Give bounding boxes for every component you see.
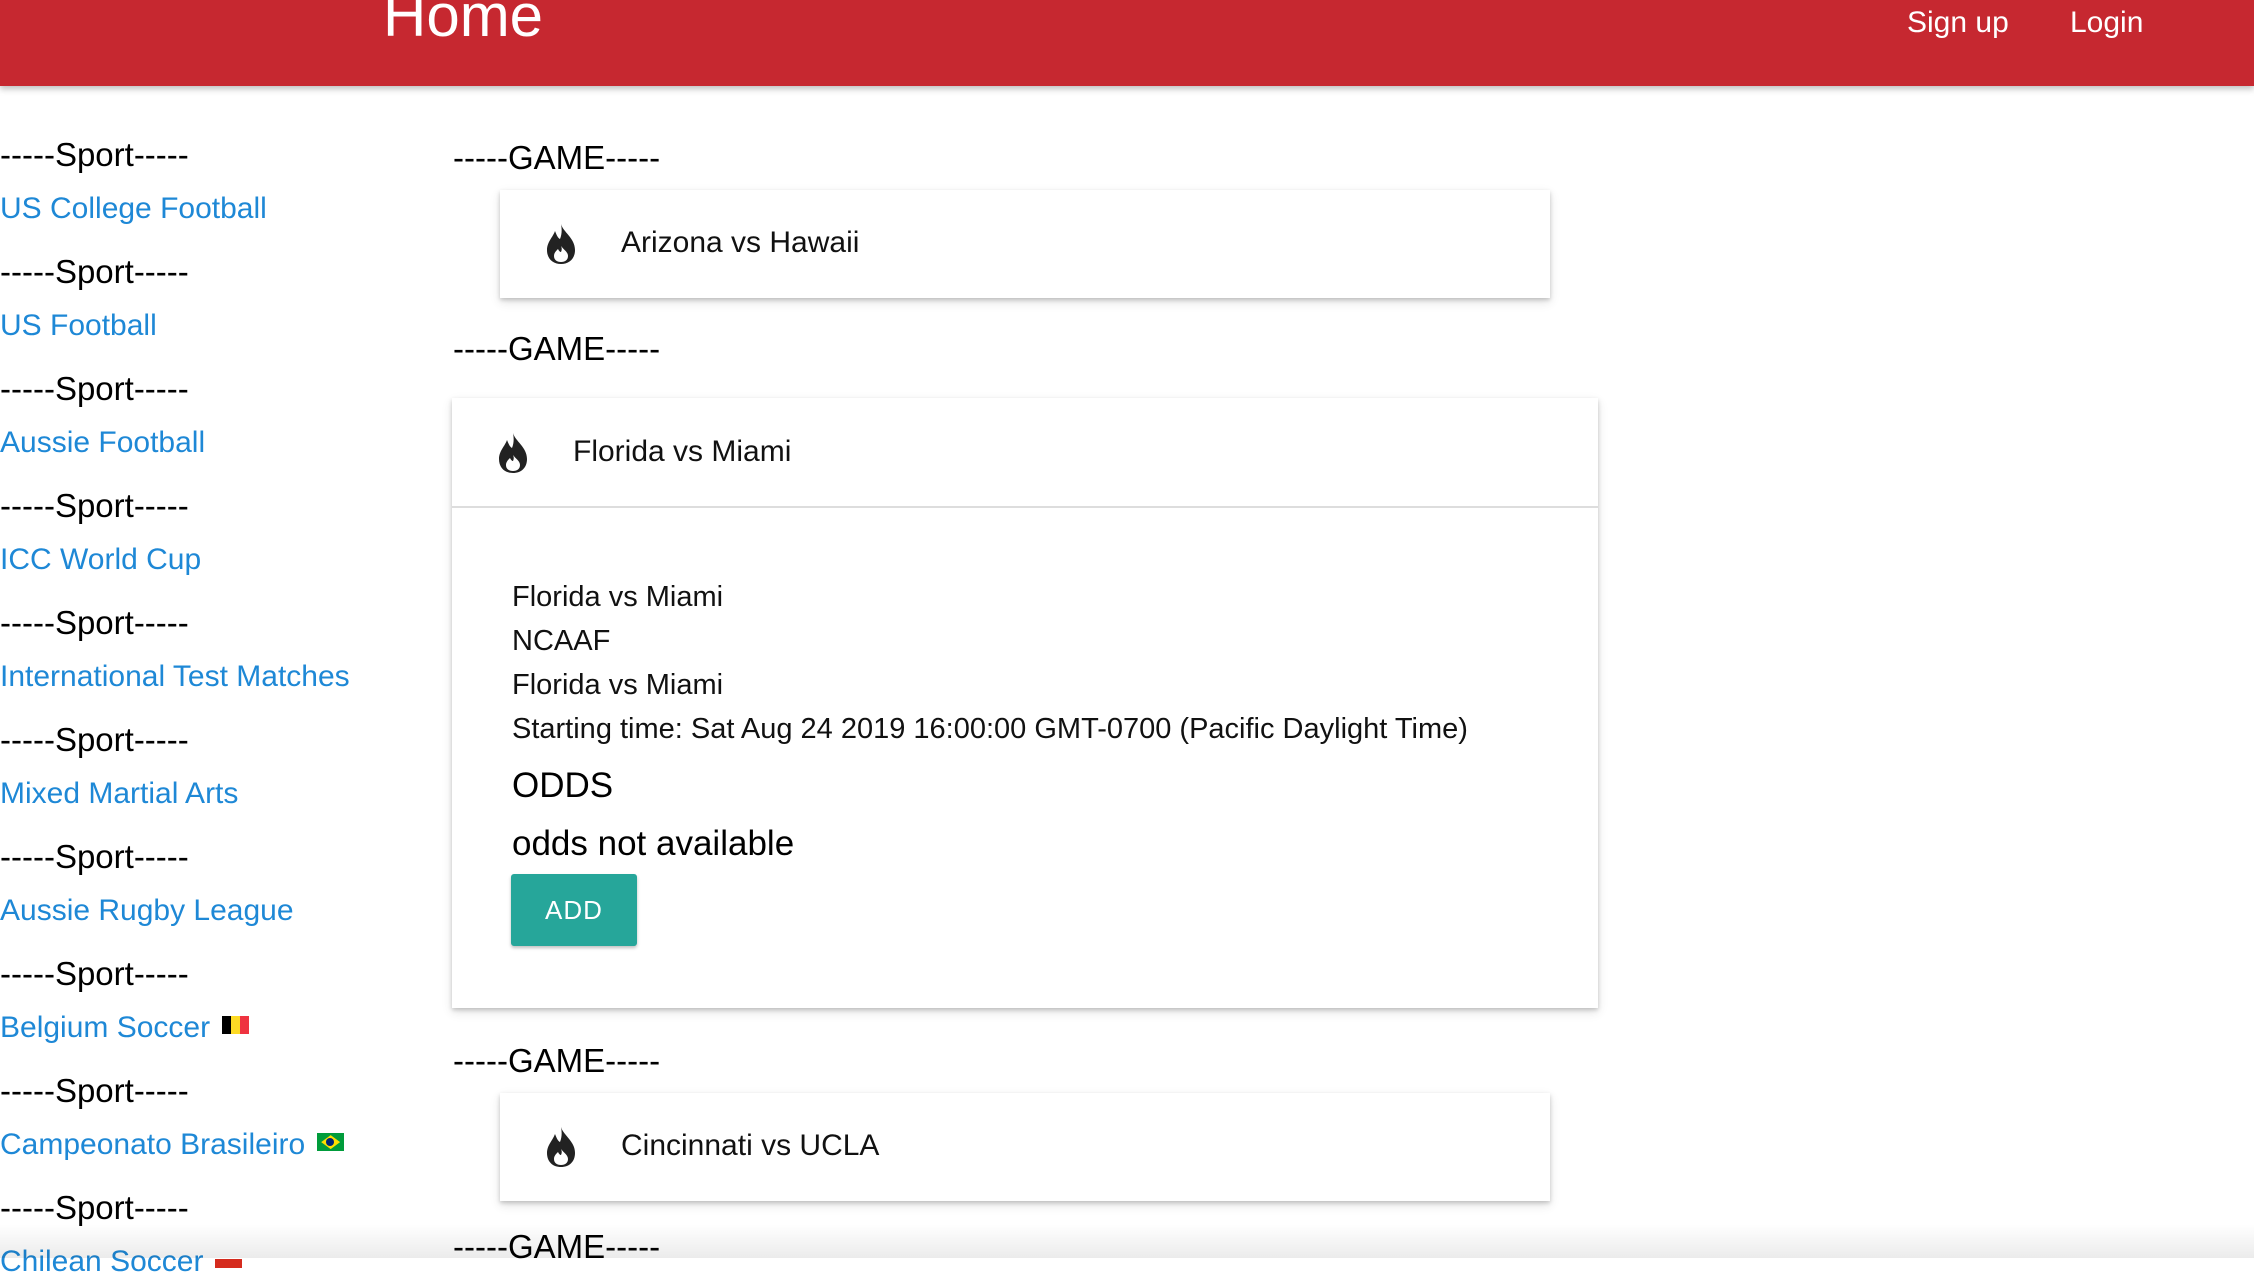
chile-flag-icon (215, 1250, 243, 1269)
fire-icon (547, 1127, 575, 1167)
game-title: Florida vs Miami (573, 435, 792, 468)
game-card-body: Florida vs Miami NCAAF Florida vs Miami … (452, 506, 1598, 1008)
game-separator: -----GAME----- (453, 1228, 661, 1265)
sport-separator: -----Sport----- (0, 1072, 189, 1109)
game-detail-start-time: Starting time: Sat Aug 24 2019 16:00:00 … (512, 713, 1468, 745)
sport-link-campeonato-brasileiro[interactable]: Campeonato Brasileiro (0, 1128, 345, 1161)
add-button[interactable]: ADD (511, 874, 637, 946)
sport-link-us-football[interactable]: US Football (0, 311, 157, 341)
game-card-florida-miami: Florida vs Miami Florida vs Miami NCAAF … (452, 398, 1598, 1008)
sport-separator: -----Sport----- (0, 370, 189, 407)
game-card-header[interactable]: Arizona vs Hawaii (500, 190, 1550, 298)
sport-sidebar: -----Sport----- US College Football ----… (0, 86, 440, 1277)
sport-link-label: Belgium Soccer (0, 1011, 211, 1044)
signup-link[interactable]: Sign up (1907, 8, 2009, 38)
sport-separator: -----Sport----- (0, 136, 189, 173)
sport-separator: -----Sport----- (0, 487, 189, 524)
sport-separator: -----Sport----- (0, 1189, 189, 1226)
sport-separator: -----Sport----- (0, 604, 189, 641)
sport-link-belgium-soccer[interactable]: Belgium Soccer (0, 1011, 250, 1044)
game-card-cincinnati-ucla: Cincinnati vs UCLA (500, 1093, 1550, 1201)
login-link[interactable]: Login (2070, 8, 2143, 38)
fire-icon (499, 433, 527, 473)
game-separator: -----GAME----- (453, 139, 661, 176)
game-card-arizona-hawaii: Arizona vs Hawaii (500, 190, 1550, 298)
sport-link-aussie-football[interactable]: Aussie Football (0, 428, 205, 458)
game-title: Arizona vs Hawaii (621, 226, 860, 259)
sport-link-aussie-rugby-league[interactable]: Aussie Rugby League (0, 896, 294, 926)
sport-link-label: Chilean Soccer (0, 1245, 204, 1278)
game-detail-teams: Florida vs Miami (512, 669, 724, 701)
brand-home-link[interactable]: Home (383, 0, 543, 46)
sport-separator: -----Sport----- (0, 721, 189, 758)
game-card-header[interactable]: Florida vs Miami (452, 398, 1598, 506)
game-title: Cincinnati vs UCLA (621, 1129, 880, 1162)
sport-entry: -----Sport----- US College Football (0, 86, 440, 224)
game-detail-matchup: Florida vs Miami (512, 581, 724, 613)
game-separator: -----GAME----- (453, 1042, 661, 1079)
top-navbar: Home Sign up Login (0, 0, 2254, 86)
sport-link-chilean-soccer[interactable]: Chilean Soccer (0, 1245, 243, 1278)
sport-separator: -----Sport----- (0, 955, 189, 992)
belgium-flag-icon (222, 1016, 250, 1035)
sport-link-us-college-football[interactable]: US College Football (0, 194, 267, 224)
odds-heading: ODDS (512, 766, 614, 805)
game-separator: -----GAME----- (453, 330, 661, 367)
brazil-flag-icon (317, 1133, 345, 1152)
sport-separator: -----Sport----- (0, 838, 189, 875)
sport-link-label: Campeonato Brasileiro (0, 1128, 306, 1161)
sport-link-icc-world-cup[interactable]: ICC World Cup (0, 545, 201, 575)
sport-link-international-test-matches[interactable]: International Test Matches (0, 662, 350, 692)
game-detail-league: NCAAF (512, 625, 611, 657)
sport-link-mixed-martial-arts[interactable]: Mixed Martial Arts (0, 779, 238, 809)
fire-icon (547, 224, 575, 264)
game-card-header[interactable]: Cincinnati vs UCLA (500, 1093, 1550, 1201)
odds-status: odds not available (512, 824, 795, 863)
sport-separator: -----Sport----- (0, 253, 189, 290)
